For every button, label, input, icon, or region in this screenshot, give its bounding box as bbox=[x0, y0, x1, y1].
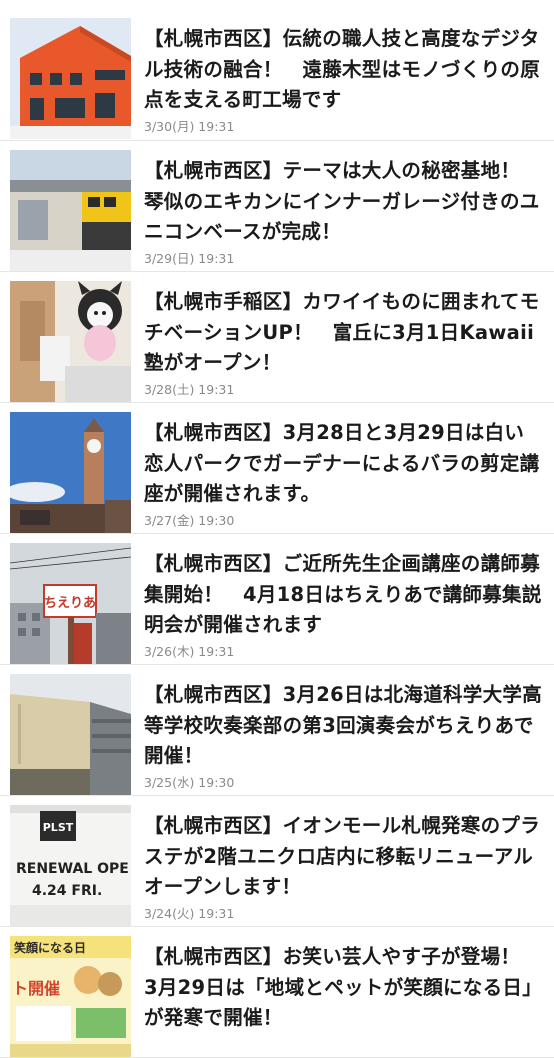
article-title[interactable]: 【札幌市西区】イオンモール札幌発寒のプラステが2階ユニクロ店内に移転リニューアル… bbox=[144, 811, 542, 903]
renewal-date-text: 4.24 FRI. bbox=[32, 883, 102, 899]
article-date: 3/28(土) 19:31 bbox=[144, 381, 235, 397]
article-title[interactable]: 【札幌市西区】3月28日と3月29日は白い恋人パークでガーデナーによるバラの剪定… bbox=[144, 418, 542, 510]
article-feed: 【札幌市西区】伝統の職人技と高度なデジタル技術の融合！ 遠藤木型はモノづくりの原… bbox=[0, 0, 554, 1058]
poster-open-text: ト開催 bbox=[12, 979, 60, 998]
article-thumbnail[interactable] bbox=[10, 674, 131, 795]
article-item[interactable]: 【札幌市手稲区】カワイイものに囲まれてモチベーションUP！ 富丘に3月1日Kaw… bbox=[0, 272, 554, 403]
article-date: 3/25(水) 19:30 bbox=[144, 774, 235, 790]
article-thumbnail[interactable] bbox=[10, 150, 131, 271]
article-date: 3/26(木) 19:31 bbox=[144, 643, 235, 659]
article-date: 3/30(月) 19:31 bbox=[144, 118, 235, 134]
article-thumbnail[interactable]: 笑顔になる日 ト開催 bbox=[10, 936, 131, 1057]
article-title[interactable]: 【札幌市西区】3月26日は北海道科学大学高等学校吹奏楽部の第3回演奏会がちえりあ… bbox=[144, 680, 542, 772]
poster-title-text: 笑顔になる日 bbox=[14, 940, 86, 955]
article-title[interactable]: 【札幌市西区】テーマは大人の秘密基地！ 琴似のエキカンにインナーガレージ付きのユ… bbox=[144, 156, 542, 248]
plst-logo-text: PLST bbox=[43, 821, 74, 834]
article-thumbnail[interactable] bbox=[10, 412, 131, 533]
renewal-sign-text: RENEWAL OPE bbox=[16, 861, 129, 877]
article-date: 3/27(金) 19:30 bbox=[144, 512, 235, 528]
article-title[interactable]: 【札幌市西区】お笑い芸人やす子が登場！ 3月29日は「地域とペットが笑顔になる日… bbox=[144, 942, 542, 1034]
article-thumbnail[interactable]: ちえりあ bbox=[10, 543, 131, 664]
article-date: 3/29(日) 19:31 bbox=[144, 250, 235, 266]
article-title[interactable]: 【札幌市西区】ご近所先生企画講座の講師募集開始！ 4月18日はちえりあで講師募集… bbox=[144, 549, 542, 641]
chieria-sign-text: ちえりあ bbox=[44, 596, 96, 611]
article-date: 3/24(火) 19:31 bbox=[144, 905, 235, 921]
article-item[interactable]: 【札幌市西区】テーマは大人の秘密基地！ 琴似のエキカンにインナーガレージ付きのユ… bbox=[0, 141, 554, 272]
article-thumbnail[interactable]: PLST RENEWAL OPE 4.24 FRI. bbox=[10, 805, 131, 926]
article-item[interactable]: 【札幌市西区】伝統の職人技と高度なデジタル技術の融合！ 遠藤木型はモノづくりの原… bbox=[0, 0, 554, 141]
article-item[interactable]: 【札幌市西区】3月26日は北海道科学大学高等学校吹奏楽部の第3回演奏会がちえりあ… bbox=[0, 665, 554, 796]
article-item[interactable]: ちえりあ 【札幌市西区】ご近所先生企画講座の講師募集開始！ 4月18日はちえりあ… bbox=[0, 534, 554, 665]
article-title[interactable]: 【札幌市手稲区】カワイイものに囲まれてモチベーションUP！ 富丘に3月1日Kaw… bbox=[144, 287, 542, 379]
article-item[interactable]: PLST RENEWAL OPE 4.24 FRI. 【札幌市西区】イオンモール… bbox=[0, 796, 554, 927]
article-item[interactable]: 笑顔になる日 ト開催 【札幌市西区】お笑い芸人やす子が登場！ 3月29日は「地域… bbox=[0, 927, 554, 1058]
article-thumbnail[interactable] bbox=[10, 18, 131, 139]
article-item[interactable]: 【札幌市西区】3月28日と3月29日は白い恋人パークでガーデナーによるバラの剪定… bbox=[0, 403, 554, 534]
article-thumbnail[interactable] bbox=[10, 281, 131, 402]
article-title[interactable]: 【札幌市西区】伝統の職人技と高度なデジタル技術の融合！ 遠藤木型はモノづくりの原… bbox=[144, 24, 542, 116]
